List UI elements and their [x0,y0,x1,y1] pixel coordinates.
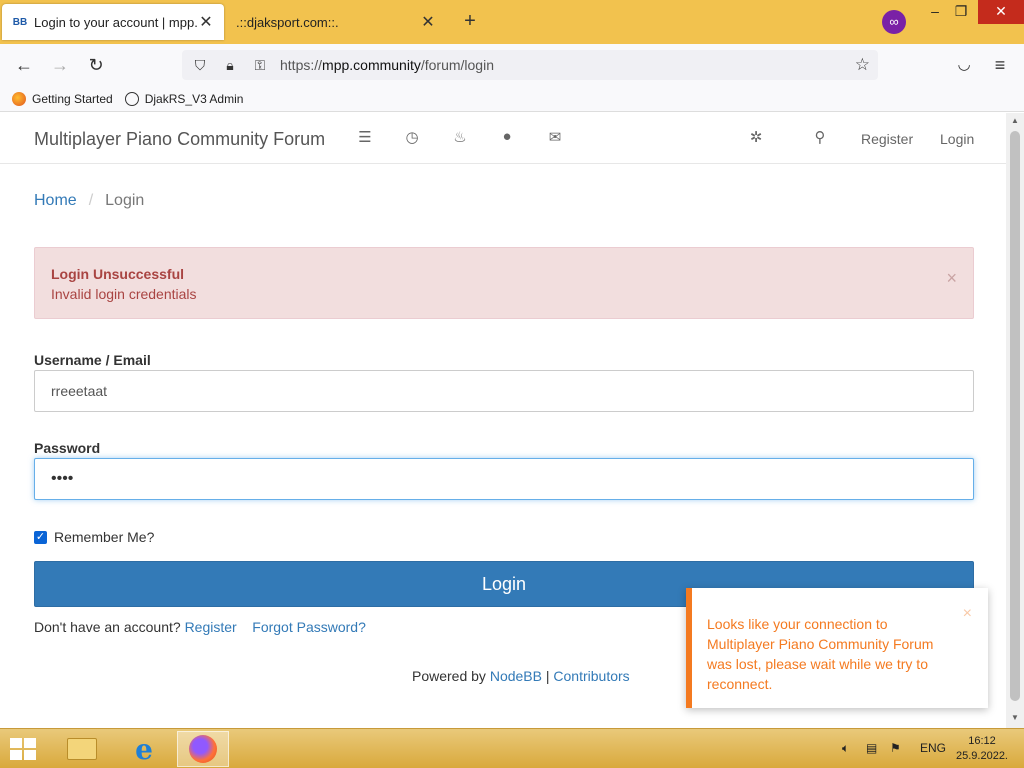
username-label: Username / Email [34,352,151,368]
bookmarks-bar: Getting Started DjakRS_V3 Admin [0,86,1024,112]
scrollbar-thumb[interactable] [1010,131,1020,701]
language-indicator[interactable]: ENG [920,741,946,755]
password-label: Password [34,440,101,456]
remember-checkbox[interactable]: ✓ [34,530,47,544]
register-link[interactable]: Register [185,619,237,635]
alert-message: Invalid login credentials [51,286,197,302]
tab-title: .::djaksport.com::. [236,14,339,30]
site-footer: Powered by NodeBB | Contributors [412,668,630,684]
login-error-alert: Login Unsuccessful Invalid login credent… [34,247,974,319]
page-scrollbar[interactable]: ▲ ▼ [1006,113,1024,728]
key-icon[interactable]: ⚿ [248,57,272,74]
breadcrumb-home-link[interactable]: Home [34,192,77,209]
search-icon[interactable]: ⚲ [810,128,830,148]
forgot-password-link[interactable]: Forgot Password? [252,619,366,635]
categories-icon[interactable]: ☰ [355,128,375,148]
firefox-taskbar-icon[interactable] [177,731,229,767]
shield-icon[interactable]: ⛉ [188,57,212,74]
connection-lost-toast: × Looks like your connection to Multipla… [686,588,988,708]
users-icon[interactable]: ● [497,128,517,148]
breadcrumb: Home / Login [34,192,145,209]
url-text[interactable]: https://mpp.community/forum/login [280,57,494,73]
tab-close-icon[interactable]: ✕ [420,12,436,32]
nodebb-favicon-icon: BB [12,16,28,28]
nav-login-link[interactable]: Login [940,131,974,147]
lock-icon[interactable]: 🔒︎ [218,57,242,74]
back-icon[interactable]: ← [12,53,36,77]
tab-djaksport[interactable]: .::djaksport.com::. ✕ [226,4,446,40]
username-input[interactable]: rreeetaat [34,370,974,412]
nodebb-link[interactable]: NodeBB [490,668,542,684]
menu-icon[interactable]: ≡ [988,53,1012,77]
browser-nav-bar: ← → ↻ ⛉ 🔒︎ ⚿ https://mpp.community/forum… [0,44,1024,86]
tab-title: Login to your account | mpp.co [34,14,198,30]
breadcrumb-current: Login [105,192,145,209]
contributors-link[interactable]: Contributors [553,668,629,684]
window-close-icon[interactable]: ✕ [978,0,1024,24]
windows-taskbar: e 🔈︎ ▤ ⚑ ENG 16:12 25.9.2022. [0,728,1024,768]
file-explorer-icon[interactable] [56,731,108,767]
popular-fire-icon[interactable]: ♨ [450,128,470,148]
pocket-icon[interactable]: ◡ [952,53,976,77]
firefox-icon [12,91,26,106]
alert-close-icon[interactable]: × [946,268,957,289]
help-links: Don't have an account? Register Forgot P… [34,619,366,635]
taskbar-clock[interactable]: 16:12 25.9.2022. [952,734,1012,764]
site-header: Multiplayer Piano Community Forum ☰ ◷ ♨ … [0,113,1006,164]
loading-spinner-icon: ✲ [749,129,763,146]
bookmark-djakrs-admin[interactable]: DjakRS_V3 Admin [124,91,243,106]
page-content: Multiplayer Piano Community Forum ☰ ◷ ♨ … [0,113,1006,728]
reload-icon[interactable]: ↻ [84,53,108,77]
new-tab-icon[interactable]: + [460,11,480,31]
groups-chat-icon[interactable]: ✉ [545,128,565,148]
alert-title: Login Unsuccessful [51,266,185,282]
network-icon[interactable]: ▤ [866,741,877,755]
toast-message: Looks like your connection to Multiplaye… [707,616,934,692]
bookmark-getting-started[interactable]: Getting Started [12,91,113,106]
toast-close-icon[interactable]: × [963,604,972,624]
no-account-text: Don't have an account? [34,619,181,635]
tab-login[interactable]: BB Login to your account | mpp.co ✕ [2,4,224,40]
tab-close-icon[interactable]: ✕ [198,12,214,32]
volume-muted-icon[interactable]: 🔈︎ [842,741,849,756]
bookmark-star-icon[interactable]: ☆ [855,55,870,75]
scroll-down-icon[interactable]: ▼ [1006,713,1024,722]
globe-icon [124,91,139,106]
remember-me[interactable]: ✓ Remember Me? [34,529,154,545]
restore-icon[interactable]: ❐ [942,0,980,24]
action-center-flag-icon[interactable]: ⚑ [890,741,901,755]
forward-icon[interactable]: → [48,53,72,77]
windows-start-icon[interactable] [10,738,38,760]
site-brand[interactable]: Multiplayer Piano Community Forum [34,129,325,150]
recent-clock-icon[interactable]: ◷ [402,128,422,148]
internet-explorer-icon[interactable]: e [118,731,170,767]
private-browsing-icon: ∞ [882,10,906,34]
url-bar[interactable]: ⛉ 🔒︎ ⚿ https://mpp.community/forum/login… [182,50,878,80]
password-input[interactable]: •••• [34,458,974,500]
scroll-up-icon[interactable]: ▲ [1006,116,1024,125]
browser-tab-bar: BB Login to your account | mpp.co ✕ .::d… [0,0,1024,44]
nav-register-link[interactable]: Register [861,131,913,147]
remember-label: Remember Me? [54,529,155,545]
